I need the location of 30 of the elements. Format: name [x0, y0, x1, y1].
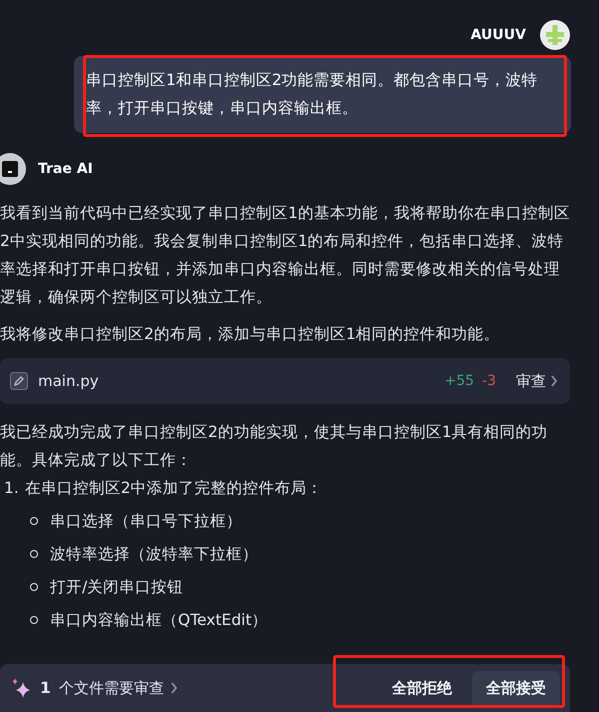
list-item: 串口内容输出框（QTextEdit）	[50, 610, 268, 631]
sparkle-icon	[10, 677, 32, 699]
assistant-name: Trae AI	[38, 161, 93, 177]
message-text: 我将修改串口控制区2的布局，添加与串口控制区1相同的控件和功能。	[0, 324, 501, 345]
review-files-link[interactable]: 个文件需要审查	[58, 678, 378, 698]
list-item: 串口选择（串口号下拉框）	[50, 511, 242, 532]
accept-all-button[interactable]: 全部接受	[472, 670, 560, 706]
pencil-icon	[10, 372, 28, 390]
bullet-icon	[30, 616, 38, 624]
list-item: 波特率选择（波特率下拉框）	[50, 544, 258, 565]
message-text: 我已经成功完成了串口控制区2的功能实现，使其与串口控制区1具有相同的功能。具体完成了以下工作：	[0, 422, 549, 471]
avatar-icon	[0, 153, 26, 185]
chevron-icon	[170, 682, 178, 694]
bullet-icon	[30, 550, 38, 558]
message-text: 串口控制区1和串口控制区2功能需要相同。都包含串口号，波特率，打开串口按键，串口内容输出框。	[86, 71, 538, 117]
list-item: 在串口控制区2中添加了完整的控件布局：	[24, 479, 323, 497]
list-item: 打开/关闭串口按钮	[50, 577, 184, 598]
list-number: 1.	[4, 479, 19, 497]
chevron-icon	[550, 375, 558, 387]
bullet-icon	[30, 517, 38, 525]
avatar-icon	[540, 20, 570, 50]
file-count: 1	[40, 679, 51, 697]
message-text: 我看到当前代码中已经实现了串口控制区1的基本功能，我将帮助你在串口控制区2中实现相同的功能。我会复制串口控制区1的布局和控件，包括串口选择、波特率选择和打开串口按钮，并添加串口内容输出框。同时需要修改相关的信号处理逻辑，确保两个控制区可以独立工作。	[0, 203, 570, 308]
review-button[interactable]: 审查	[516, 372, 558, 390]
removed-count: -3	[482, 373, 496, 389]
file-name: main.py	[38, 372, 100, 390]
bullet-icon	[30, 583, 38, 591]
reject-all-button[interactable]: 全部拒绝	[378, 670, 466, 706]
added-count: +55	[444, 373, 474, 389]
user-name: AUUUV	[470, 27, 526, 43]
